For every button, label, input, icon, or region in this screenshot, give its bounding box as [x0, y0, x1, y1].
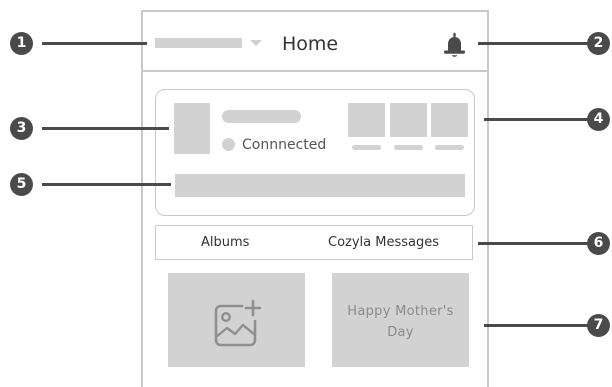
connection-status: Connnected	[242, 137, 327, 153]
callout-badge-6: 6	[587, 232, 610, 255]
callout-badge-7: 7	[587, 314, 610, 337]
callout-badge-3: 3	[10, 117, 33, 140]
callout-badge-5: 5	[10, 173, 33, 196]
message-tile[interactable]: Happy Mother's Day	[332, 273, 469, 367]
chevron-down-icon[interactable]	[250, 40, 262, 46]
message-text: Happy Mother's Day	[347, 304, 454, 340]
photo-caption-placeholder	[352, 145, 381, 150]
bell-icon[interactable]	[440, 31, 469, 60]
callout-line-3	[42, 127, 169, 130]
recent-photo-thumbnail[interactable]	[348, 103, 385, 137]
photo-caption-placeholder	[435, 145, 464, 150]
add-photo-icon[interactable]	[212, 299, 262, 349]
callout-line-4	[484, 118, 588, 121]
recent-photo-thumbnail[interactable]	[390, 103, 427, 137]
callout-line-6	[478, 242, 588, 245]
header-divider	[141, 70, 489, 72]
device-thumbnail	[174, 103, 210, 154]
callout-line-2	[478, 42, 588, 45]
tab-albums[interactable]: Albums	[201, 235, 249, 251]
callout-line-7	[484, 324, 588, 327]
callout-badge-2: 2	[587, 32, 610, 55]
callout-line-5	[42, 183, 171, 186]
callout-line-1	[42, 42, 147, 45]
recent-photo-thumbnail[interactable]	[431, 103, 468, 137]
photo-caption-placeholder	[394, 145, 423, 150]
page-title: Home	[282, 33, 339, 55]
info-bar-placeholder[interactable]	[175, 174, 465, 197]
status-dot	[222, 138, 235, 151]
callout-badge-4: 4	[587, 108, 610, 131]
tab-cozyla-messages[interactable]: Cozyla Messages	[328, 235, 439, 251]
callout-badge-1: 1	[10, 32, 33, 55]
device-selector[interactable]	[155, 38, 242, 48]
device-name-placeholder	[222, 110, 301, 123]
